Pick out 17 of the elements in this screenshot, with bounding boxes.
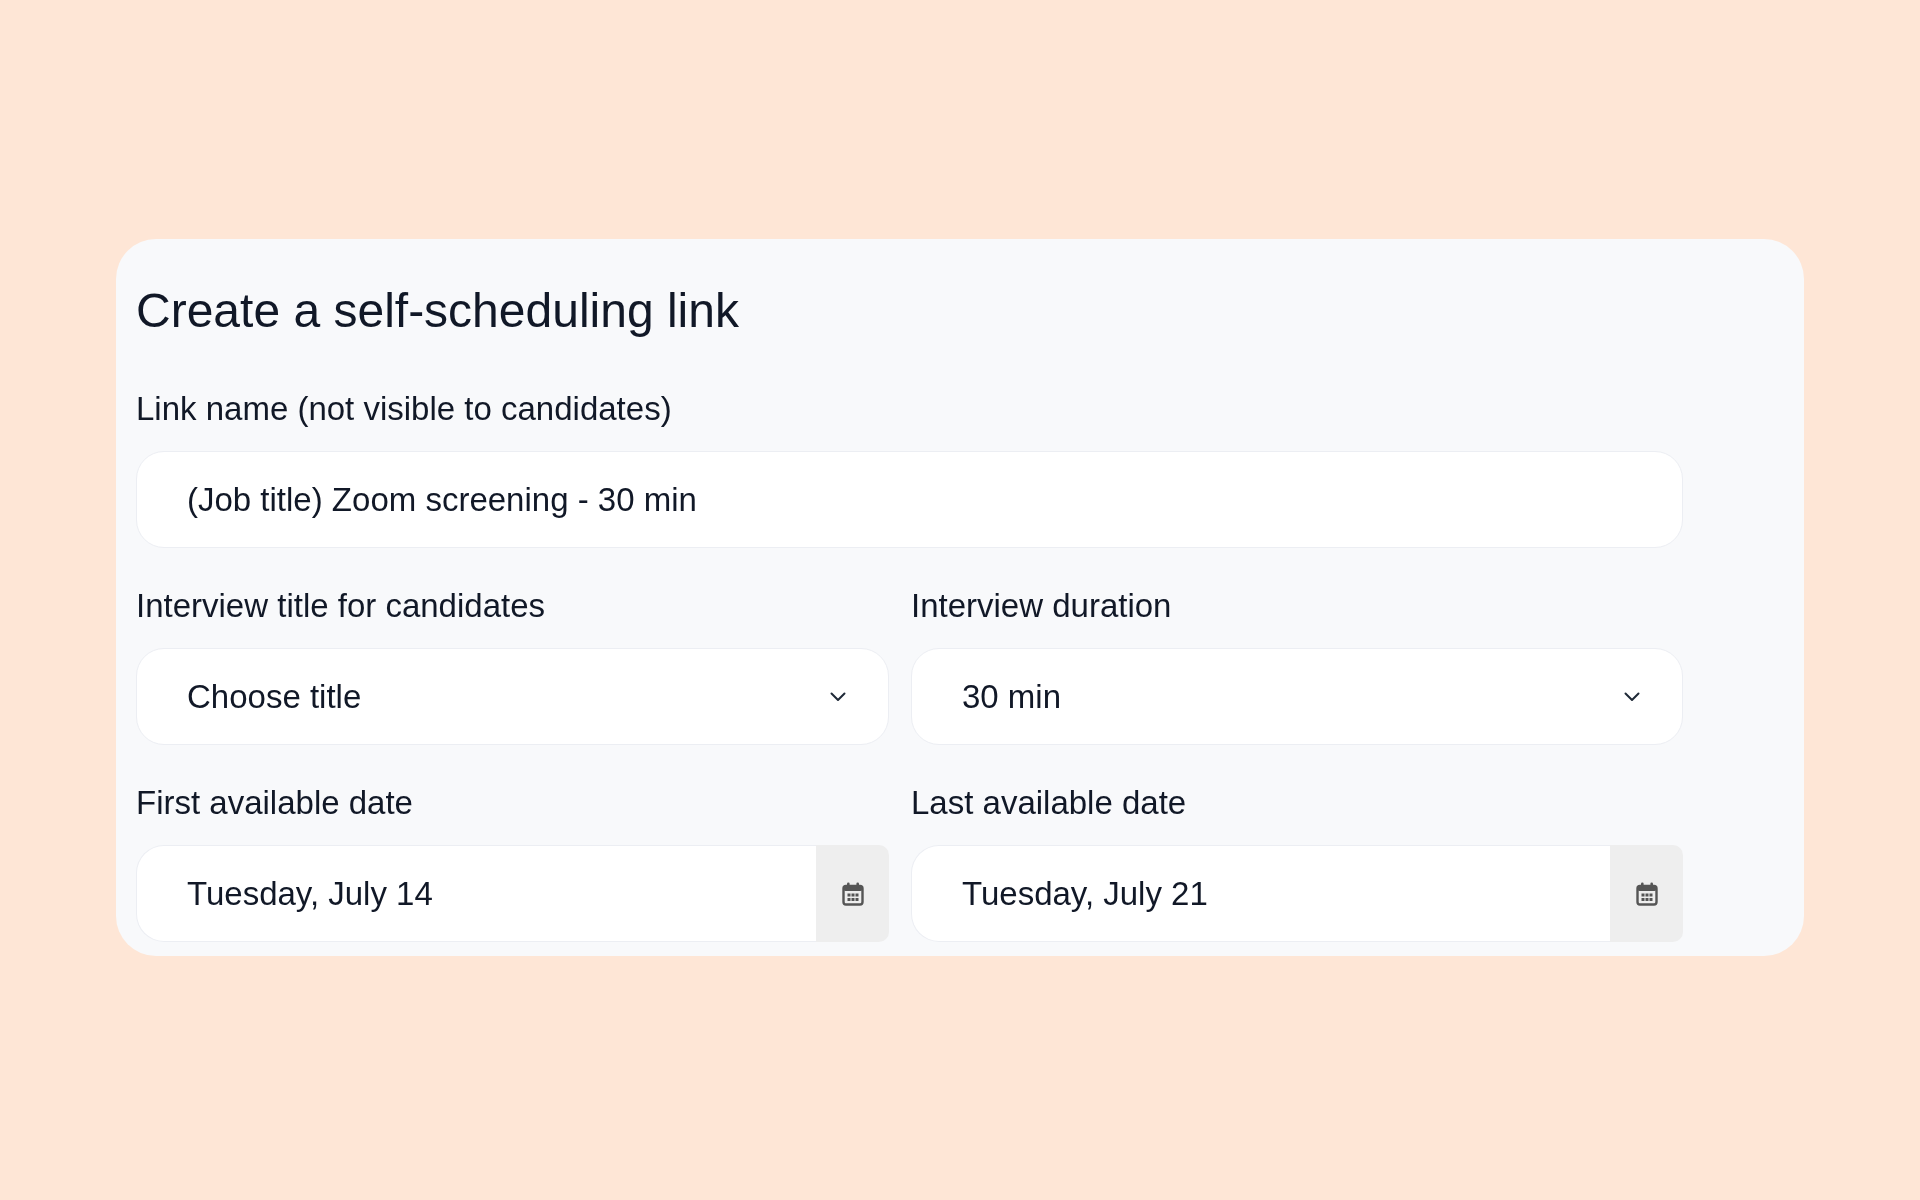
calendar-button[interactable] (1610, 845, 1683, 942)
field-label: Link name (not visible to candidates) (136, 390, 673, 428)
dropdown[interactable]: 30 min (911, 648, 1683, 745)
date-field[interactable]: Tuesday, July 21 (911, 845, 1610, 942)
form-title: Create a self-scheduling link (136, 283, 740, 339)
field-label: Interview duration (911, 587, 1173, 625)
calendar-icon (841, 881, 864, 906)
chevron-down-icon (1624, 691, 1640, 702)
text-field[interactable]: (Job title) Zoom screening - 30 min (136, 451, 1683, 548)
field-label: Interview title for candidates (136, 587, 547, 625)
calendar-icon (1635, 881, 1658, 906)
field-label: First available date (136, 784, 414, 822)
chevron-down-icon (830, 691, 846, 702)
calendar-button[interactable] (816, 845, 889, 942)
dropdown[interactable]: Choose title (136, 648, 889, 745)
field-label: Last available date (911, 784, 1188, 822)
date-field[interactable]: Tuesday, July 14 (136, 845, 816, 942)
